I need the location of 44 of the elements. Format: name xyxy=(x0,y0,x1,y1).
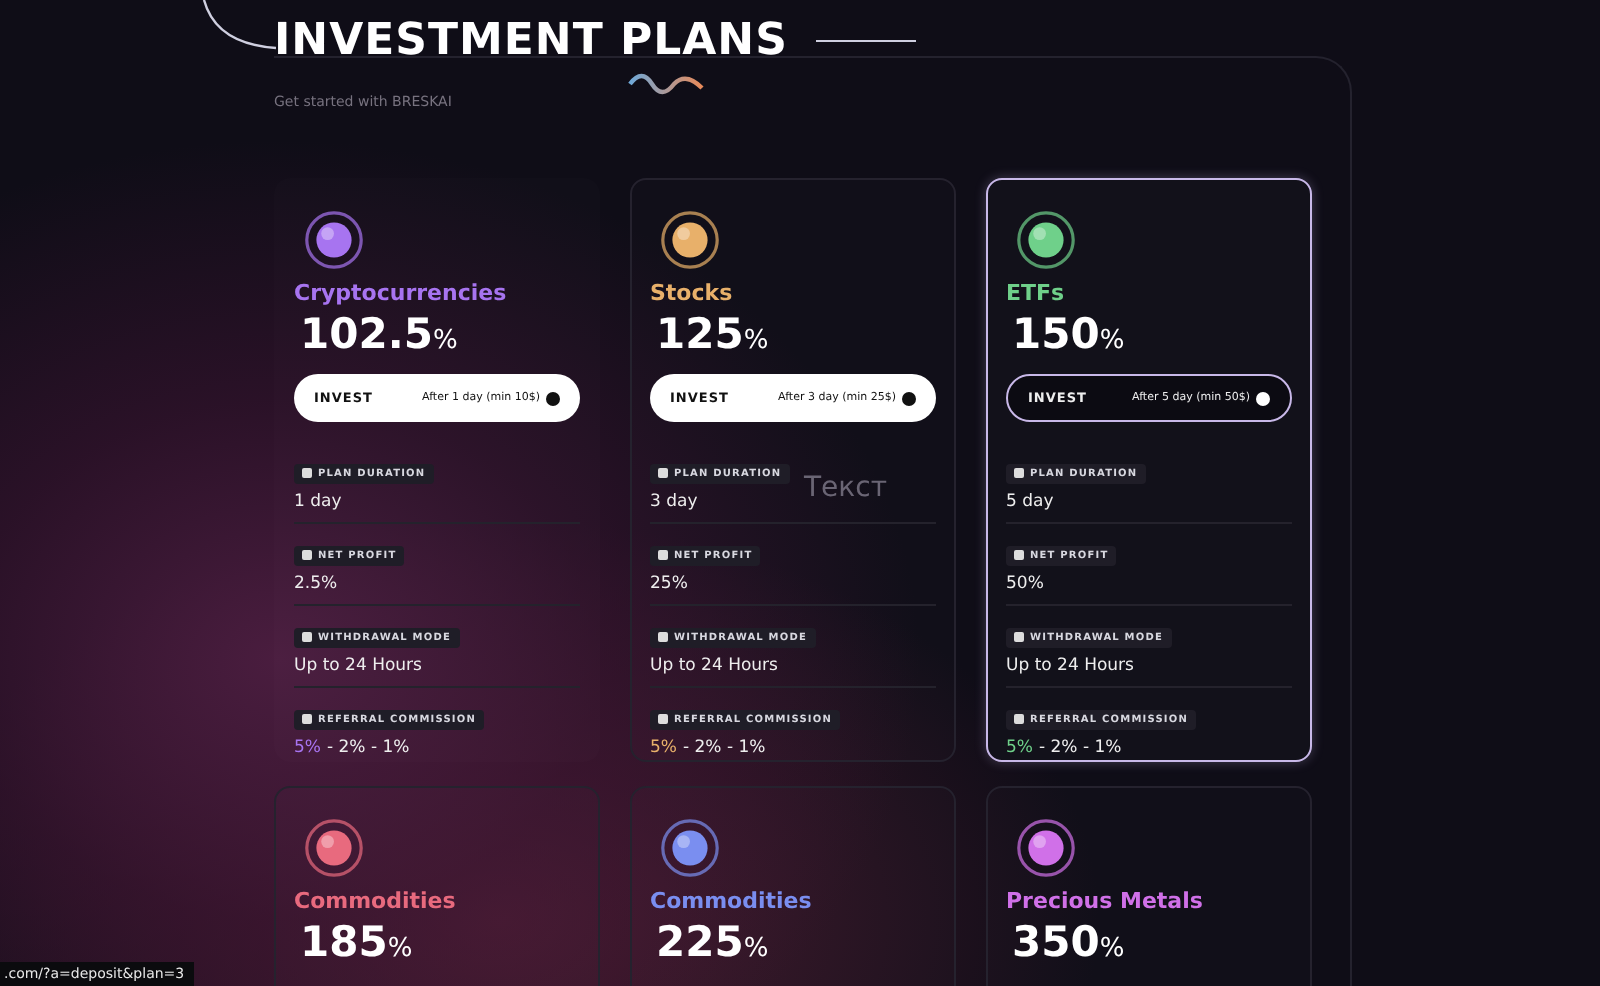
plan-rate: 225% xyxy=(656,918,771,966)
plan-name: Commodities xyxy=(650,888,814,914)
squiggle-icon xyxy=(626,68,706,96)
tag-icon xyxy=(1014,468,1024,478)
detail-value: 5 day xyxy=(1006,492,1056,512)
detail-value: 5% - 2% - 1% xyxy=(650,738,768,758)
detail-value: 50% xyxy=(1006,574,1046,594)
tag-icon xyxy=(302,468,312,478)
plan-rate: 125% xyxy=(656,310,771,358)
plan-rate: 350% xyxy=(1012,918,1127,966)
tag-icon xyxy=(1014,550,1024,560)
info-icon xyxy=(1256,391,1270,405)
tag-icon xyxy=(302,632,312,642)
plan-name: Cryptocurrencies xyxy=(294,280,509,306)
detail-value: 2.5% xyxy=(294,574,340,594)
detail-value: 5% - 2% - 1% xyxy=(1006,738,1124,758)
tag-icon xyxy=(658,550,668,560)
page-title: INVESTMENT PLANS xyxy=(274,16,788,66)
plan-rate: 185% xyxy=(300,918,415,966)
tag-icon xyxy=(1014,714,1024,724)
stray-text: Текст xyxy=(804,472,887,504)
info-icon xyxy=(902,391,916,405)
info-icon xyxy=(546,391,560,405)
detail-value: 3 day xyxy=(650,492,700,512)
plan-rate: 102.5% xyxy=(300,310,460,358)
tag-icon xyxy=(658,714,668,724)
tag-icon xyxy=(1014,632,1024,642)
detail-value: Up to 24 Hours xyxy=(1006,656,1136,676)
plan-name: Commodities xyxy=(294,888,458,914)
detail-value: 1 day xyxy=(294,492,344,512)
tag-icon xyxy=(658,632,668,642)
detail-value: 5% - 2% - 1% xyxy=(294,738,412,758)
arc-decoration xyxy=(200,0,280,52)
detail-value: Up to 24 Hours xyxy=(294,656,424,676)
plan-name: Stocks xyxy=(650,280,735,306)
title-rule xyxy=(815,40,916,42)
plan-name: ETFs xyxy=(1006,280,1067,306)
detail-value: Up to 24 Hours xyxy=(650,656,780,676)
tag-icon xyxy=(658,468,668,478)
plan-rate: 150% xyxy=(1012,310,1127,358)
tag-icon xyxy=(302,714,312,724)
detail-value: 25% xyxy=(650,574,690,594)
plan-name: Precious Metals xyxy=(1006,888,1205,914)
tag-icon xyxy=(302,550,312,560)
